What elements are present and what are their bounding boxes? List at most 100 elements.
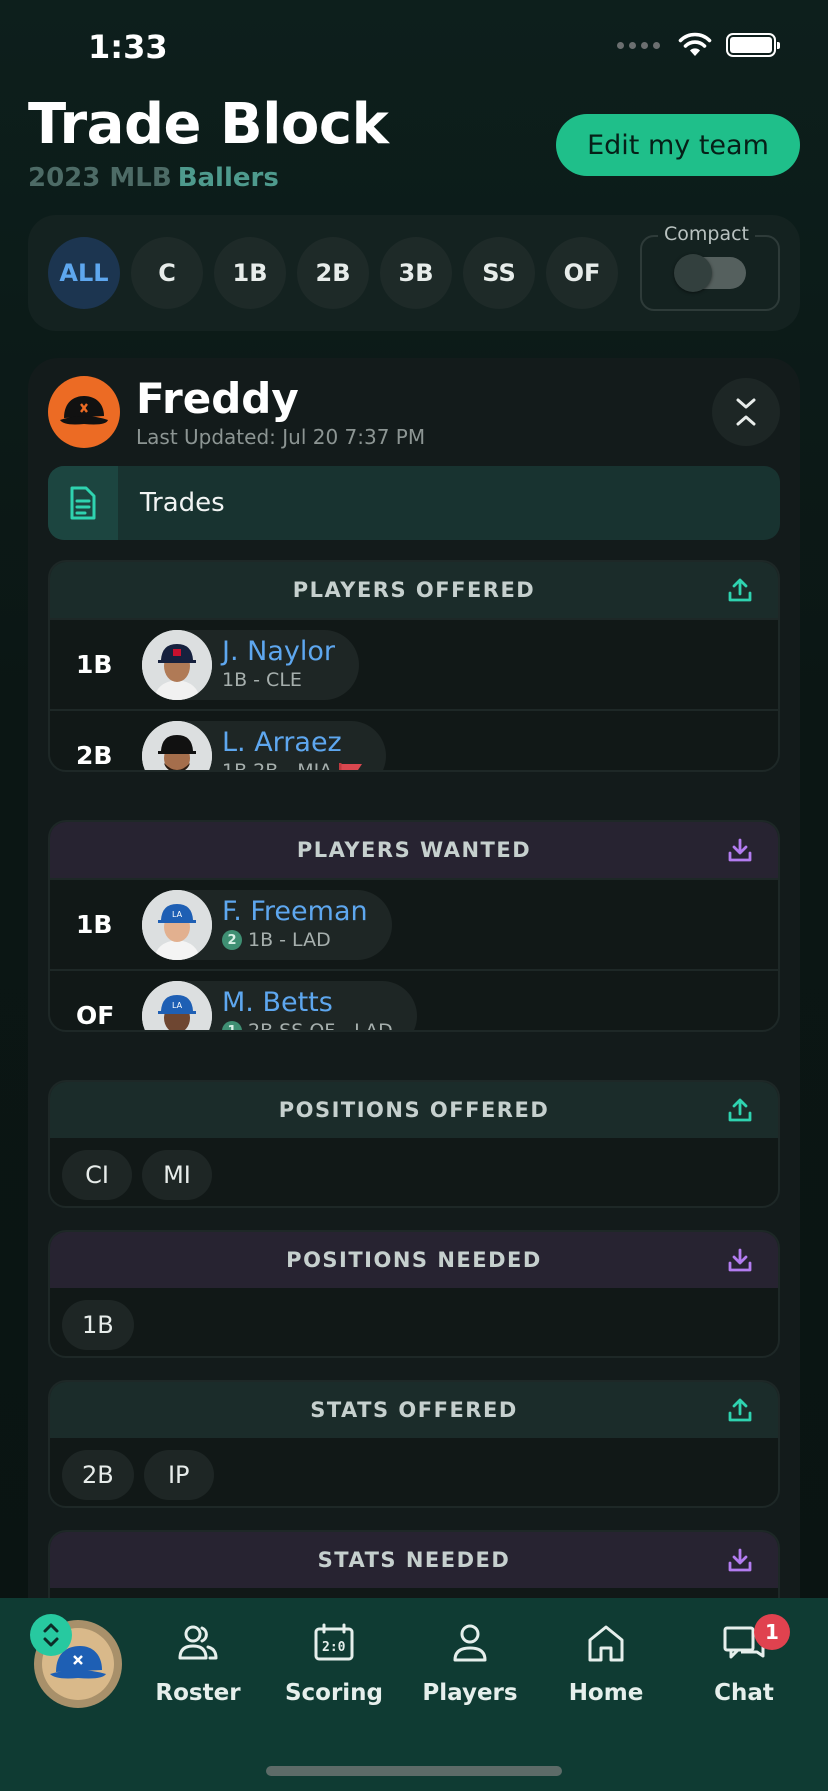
tag-list: 1B: [50, 1288, 778, 1356]
status-icons: [617, 32, 780, 58]
compact-label: Compact: [658, 223, 755, 245]
home-indicator[interactable]: [266, 1766, 562, 1776]
status-time: 1:33: [88, 28, 168, 66]
stats-offered-header: STATS OFFERED: [50, 1382, 778, 1438]
player-positions-team: 1B - LAD: [248, 929, 331, 951]
player-chip-arraez[interactable]: L. Arraez 1B,2B - MIA: [142, 721, 387, 772]
player-chip-naylor[interactable]: J. Naylor 1B - CLE: [142, 630, 359, 700]
upload-icon[interactable]: [726, 576, 754, 604]
nav-label: Scoring: [284, 1680, 384, 1706]
roster-icon: [178, 1625, 218, 1660]
player-row: OF LA M. Betts 1 2B,SS,OF - LAD: [50, 969, 778, 1032]
priority-rank-badge: 1: [222, 1021, 242, 1030]
collapse-expand-button[interactable]: [712, 378, 780, 446]
player-headshot: LA: [142, 981, 212, 1030]
compact-toggle[interactable]: [674, 254, 746, 292]
person-icon: [453, 1624, 487, 1662]
battery-icon: [726, 33, 780, 57]
compact-toggle-group: Compact: [640, 223, 780, 311]
document-icon: [70, 486, 96, 520]
trade-block-screen: 1:33 Trade Block 2023 MLB Ballers Edit my…: [0, 0, 828, 1791]
positions-needed-header: POSITIONS NEEDED: [50, 1232, 778, 1288]
player-positions-team: 1B,2B - MIA: [222, 760, 333, 772]
roster-position: 2B: [76, 741, 113, 770]
team-cap-icon: [60, 396, 108, 425]
player-meta: 1B,2B - MIA: [222, 760, 363, 772]
edit-my-team-button[interactable]: Edit my team: [556, 114, 800, 176]
page-title: Trade Block: [28, 92, 389, 157]
download-icon[interactable]: [726, 1246, 754, 1274]
player-row: 1B LA F. Freeman 2 1B - LAD: [50, 878, 778, 969]
nav-label: Players: [422, 1680, 518, 1706]
trades-label: Trades: [140, 488, 225, 518]
filter-chip-3b[interactable]: 3B: [380, 237, 452, 309]
stat-tag: IP: [143, 1450, 214, 1500]
positions-offered-section: POSITIONS OFFERED CI MI: [48, 1080, 780, 1208]
team-trade-card: Freddy Last Updated: Jul 20 7:37 PM Trad…: [28, 358, 800, 1658]
section-title: PLAYERS WANTED: [296, 838, 532, 862]
player-name: M. Betts: [222, 987, 333, 1018]
scoreboard-icon: 2:0: [314, 1623, 354, 1661]
players-offered-section: PLAYERS OFFERED 1B J. Naylor 1B - CLE 2B…: [48, 560, 780, 772]
bottom-tab-bar: Roster 2:0 Scoring Players Home Chat 1: [0, 1598, 828, 1791]
position-tag: 1B: [62, 1300, 134, 1350]
roster-position: 1B: [76, 650, 113, 679]
filter-chip-all[interactable]: ALL: [48, 237, 120, 309]
team-switcher-button[interactable]: [30, 1614, 126, 1710]
player-row: 2B L. Arraez 1B,2B - MIA: [50, 709, 778, 772]
svg-text:LA: LA: [172, 1001, 183, 1010]
nav-players[interactable]: Players: [410, 1620, 530, 1720]
team-name: Freddy: [136, 374, 299, 423]
upload-icon[interactable]: [726, 1096, 754, 1124]
league-subtitle: 2023 MLB Ballers: [28, 163, 279, 193]
player-meta: 1B - CLE: [222, 669, 335, 691]
player-name: L. Arraez: [222, 727, 342, 758]
player-positions-team: 1B - CLE: [222, 669, 302, 691]
section-title: PLAYERS OFFERED: [292, 578, 536, 602]
nav-home[interactable]: Home: [546, 1620, 666, 1720]
nav-label: Home: [568, 1680, 644, 1706]
player-row: 1B J. Naylor 1B - CLE: [50, 618, 778, 709]
upload-icon[interactable]: [726, 1396, 754, 1424]
svg-text:LA: LA: [172, 910, 183, 919]
team-avatar: [48, 376, 120, 448]
section-title: STATS NEEDED: [317, 1548, 511, 1572]
filter-chip-ss[interactable]: SS: [463, 237, 535, 309]
trades-row[interactable]: Trades: [48, 466, 780, 540]
section-title: STATS OFFERED: [310, 1398, 518, 1422]
filter-chip-2b[interactable]: 2B: [297, 237, 369, 309]
players-wanted-header: PLAYERS WANTED: [50, 822, 778, 878]
position-tag: CI: [62, 1150, 132, 1200]
player-name: F. Freeman: [222, 896, 368, 927]
home-icon: [588, 1625, 624, 1662]
filter-chip-c[interactable]: C: [131, 237, 203, 309]
unread-count-badge: 1: [754, 1614, 790, 1650]
stats-offered-section: STATS OFFERED 2B IP: [48, 1380, 780, 1508]
position-filter-bar: ALL C 1B 2B 3B SS OF Compact: [28, 215, 800, 331]
last-updated-text: Last Updated: Jul 20 7:37 PM: [136, 425, 426, 449]
filter-chip-1b[interactable]: 1B: [214, 237, 286, 309]
players-wanted-section: PLAYERS WANTED 1B LA F. Freeman 2 1B - L…: [48, 820, 780, 1032]
status-bar: 1:33: [0, 0, 828, 92]
download-icon[interactable]: [726, 836, 754, 864]
trades-icon-box: [48, 466, 118, 540]
section-title: POSITIONS NEEDED: [286, 1248, 542, 1272]
wifi-icon: [678, 32, 712, 56]
player-name: J. Naylor: [222, 636, 335, 667]
download-icon[interactable]: [726, 1546, 754, 1574]
player-chip-freeman[interactable]: LA F. Freeman 2 1B - LAD: [142, 890, 392, 960]
filter-chip-of[interactable]: OF: [546, 237, 618, 309]
player-meta: 1 2B,SS,OF - LAD: [222, 1020, 393, 1032]
player-headshot: [142, 721, 212, 770]
player-chip-betts[interactable]: LA M. Betts 1 2B,SS,OF - LAD: [142, 981, 417, 1032]
season-label: 2023 MLB: [28, 163, 172, 193]
player-meta: 2 1B - LAD: [222, 929, 368, 951]
nav-scoring[interactable]: 2:0 Scoring: [274, 1620, 394, 1720]
tag-list: CI MI: [50, 1138, 778, 1206]
player-positions-team: 2B,SS,OF - LAD: [248, 1020, 393, 1032]
red-flag-icon: [338, 762, 363, 770]
positions-needed-section: POSITIONS NEEDED 1B: [48, 1230, 780, 1358]
stats-needed-header: STATS NEEDED: [50, 1532, 778, 1588]
nav-chat[interactable]: Chat 1: [684, 1614, 804, 1720]
nav-roster[interactable]: Roster: [138, 1620, 258, 1720]
